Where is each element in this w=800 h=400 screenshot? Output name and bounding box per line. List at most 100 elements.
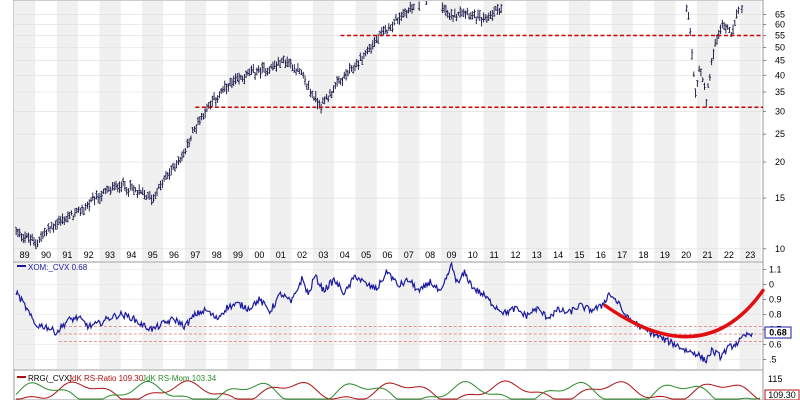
price-x-tick-label: 18 — [638, 250, 648, 260]
price-x-tick-label: 98 — [212, 250, 222, 260]
year-band — [99, 263, 121, 369]
price-x-tick-label: 05 — [361, 250, 371, 260]
rrg-axis-label-top: 115 — [768, 374, 782, 384]
price-y-tick-label: 20 — [775, 157, 785, 167]
year-band — [526, 1, 548, 261]
price-x-tick-label: 94 — [126, 250, 136, 260]
year-band — [312, 1, 335, 261]
price-x-tick-label: 19 — [660, 250, 670, 260]
price-x-tick-label: 07 — [404, 250, 414, 260]
year-band — [270, 263, 292, 369]
price-x-tick-label: 92 — [84, 250, 94, 260]
ratio-last-value: 0.68 — [769, 328, 787, 338]
price-y-tick-label: 60 — [775, 20, 785, 30]
year-band — [270, 1, 292, 261]
year-band — [14, 1, 36, 261]
price-y-tick-label: 35 — [775, 87, 785, 97]
price-x-tick-label: 09 — [446, 250, 456, 260]
ratio-last-value-marker: 0.68 — [764, 326, 792, 339]
price-x-tick-label: 14 — [553, 250, 563, 260]
price-x-tick-label: 11 — [489, 250, 498, 260]
year-band — [440, 263, 463, 369]
price-y-tick-label: 15 — [775, 193, 785, 203]
price-x-tick-label: 22 — [724, 250, 734, 260]
year-band — [184, 263, 207, 369]
year-band — [227, 263, 249, 369]
year-band — [483, 1, 505, 261]
ratio-y-tick-label: 0.6 — [769, 340, 782, 350]
price-x-tick-label: 20 — [681, 250, 691, 260]
year-band — [739, 1, 761, 261]
year-band — [99, 1, 121, 261]
ratio-panel: .50.60.70.80.901.1 0.68 XOM:_CVX 0.68 — [13, 261, 792, 371]
year-band — [142, 263, 164, 369]
ratio-panel-frame — [13, 261, 764, 371]
price-x-tick-label: 96 — [169, 250, 179, 260]
price-x-tick-label: 12 — [510, 250, 520, 260]
year-band — [526, 263, 548, 369]
year-band — [398, 1, 420, 261]
price-x-tick-label: 90 — [41, 250, 51, 260]
ratio-legend: XOM:_CVX 0.68 — [17, 263, 88, 272]
price-x-tick-label: 91 — [62, 250, 72, 260]
year-band — [568, 263, 591, 369]
price-x-tick-label: 21 — [703, 250, 713, 260]
price-panel-frame — [13, 0, 764, 263]
price-x-tick-label: 99 — [233, 250, 243, 260]
year-band — [654, 1, 676, 261]
ratio-legend-swatch — [17, 265, 26, 267]
ratio-y-tick-label: 0.9 — [769, 295, 782, 305]
price-y-tick-label: 30 — [775, 106, 785, 116]
rrg-legend-swatch — [17, 376, 26, 378]
rrg-panel: RRG(_CVX) JdK RS-Ratio 109.30 JdK RS-Mom… — [13, 369, 800, 400]
ratio-y-tick-label: 1.1 — [769, 265, 782, 275]
price-x-tick-label: 17 — [617, 250, 627, 260]
price-x-tick-label: 04 — [340, 250, 350, 260]
ratio-y-tick-label: .5 — [769, 355, 777, 365]
rrg-last-value: 109.30 — [768, 390, 796, 400]
price-x-tick-label: 97 — [190, 250, 200, 260]
price-x-tick-label: 15 — [574, 250, 584, 260]
price-x-tick-label: 93 — [105, 250, 115, 260]
year-band — [611, 1, 633, 261]
price-y-tick-label: 40 — [775, 70, 785, 80]
year-band — [184, 1, 207, 261]
price-y-tick-label: 10 — [775, 244, 785, 254]
price-x-tick-label: 13 — [532, 250, 542, 260]
price-x-tick-label: 89 — [20, 250, 30, 260]
year-band — [568, 1, 591, 261]
price-y-tick-label: 65 — [775, 10, 785, 20]
price-panel: 10 15 20 25 30 35 40 45 50 556065 89 90 91 92 93 94 95 9… — [13, 0, 785, 263]
year-band — [355, 1, 377, 261]
rrg-legend-ratio: JdK RS-Ratio 109.30 — [68, 374, 144, 383]
price-x-tick-label: 16 — [596, 250, 606, 260]
year-band — [483, 263, 505, 369]
price-x-tick-label: 23 — [745, 250, 755, 260]
price-x-tick-label: 02 — [297, 250, 307, 260]
price-x-tick-label: 10 — [468, 250, 478, 260]
price-y-tick-label: 50 — [775, 42, 785, 52]
stock-chart: 10 15 20 25 30 35 40 45 50 556065 89 90 91 92 93 94 95 9… — [0, 0, 800, 400]
price-x-tick-label: 03 — [318, 250, 328, 260]
rrg-legend: RRG(_CVX) JdK RS-Ratio 109.30 JdK RS-Mom… — [17, 374, 217, 383]
rrg-legend-mom: JdK RS-Mom 103.34 — [142, 374, 217, 383]
year-band — [142, 1, 164, 261]
rrg-legend-prefix: RRG(_CVX) — [28, 374, 72, 383]
price-x-tick-label: 95 — [148, 250, 158, 260]
ratio-legend-text: XOM:_CVX 0.68 — [28, 263, 88, 272]
year-band — [440, 1, 463, 261]
year-band — [398, 263, 420, 369]
year-band — [56, 263, 79, 369]
ratio-y-tick-label: 0.8 — [769, 310, 782, 320]
ratio-y-tick-label: 0 — [769, 280, 774, 290]
year-band — [227, 1, 249, 261]
price-y-tick-label: 25 — [775, 129, 785, 139]
price-x-tick-label: 08 — [425, 250, 435, 260]
price-x-axis: 89 90 91 92 93 94 95 96 97 98 99 00 01 02 03 04 05 06 07 08… — [20, 250, 756, 260]
year-band — [654, 263, 676, 369]
price-x-tick-label: 06 — [382, 250, 392, 260]
price-x-tick-label: 00 — [254, 250, 264, 260]
price-x-tick-label: 01 — [276, 250, 286, 260]
price-y-tick-label: 45 — [775, 56, 785, 66]
price-y-tick-label: 55 — [775, 30, 785, 40]
